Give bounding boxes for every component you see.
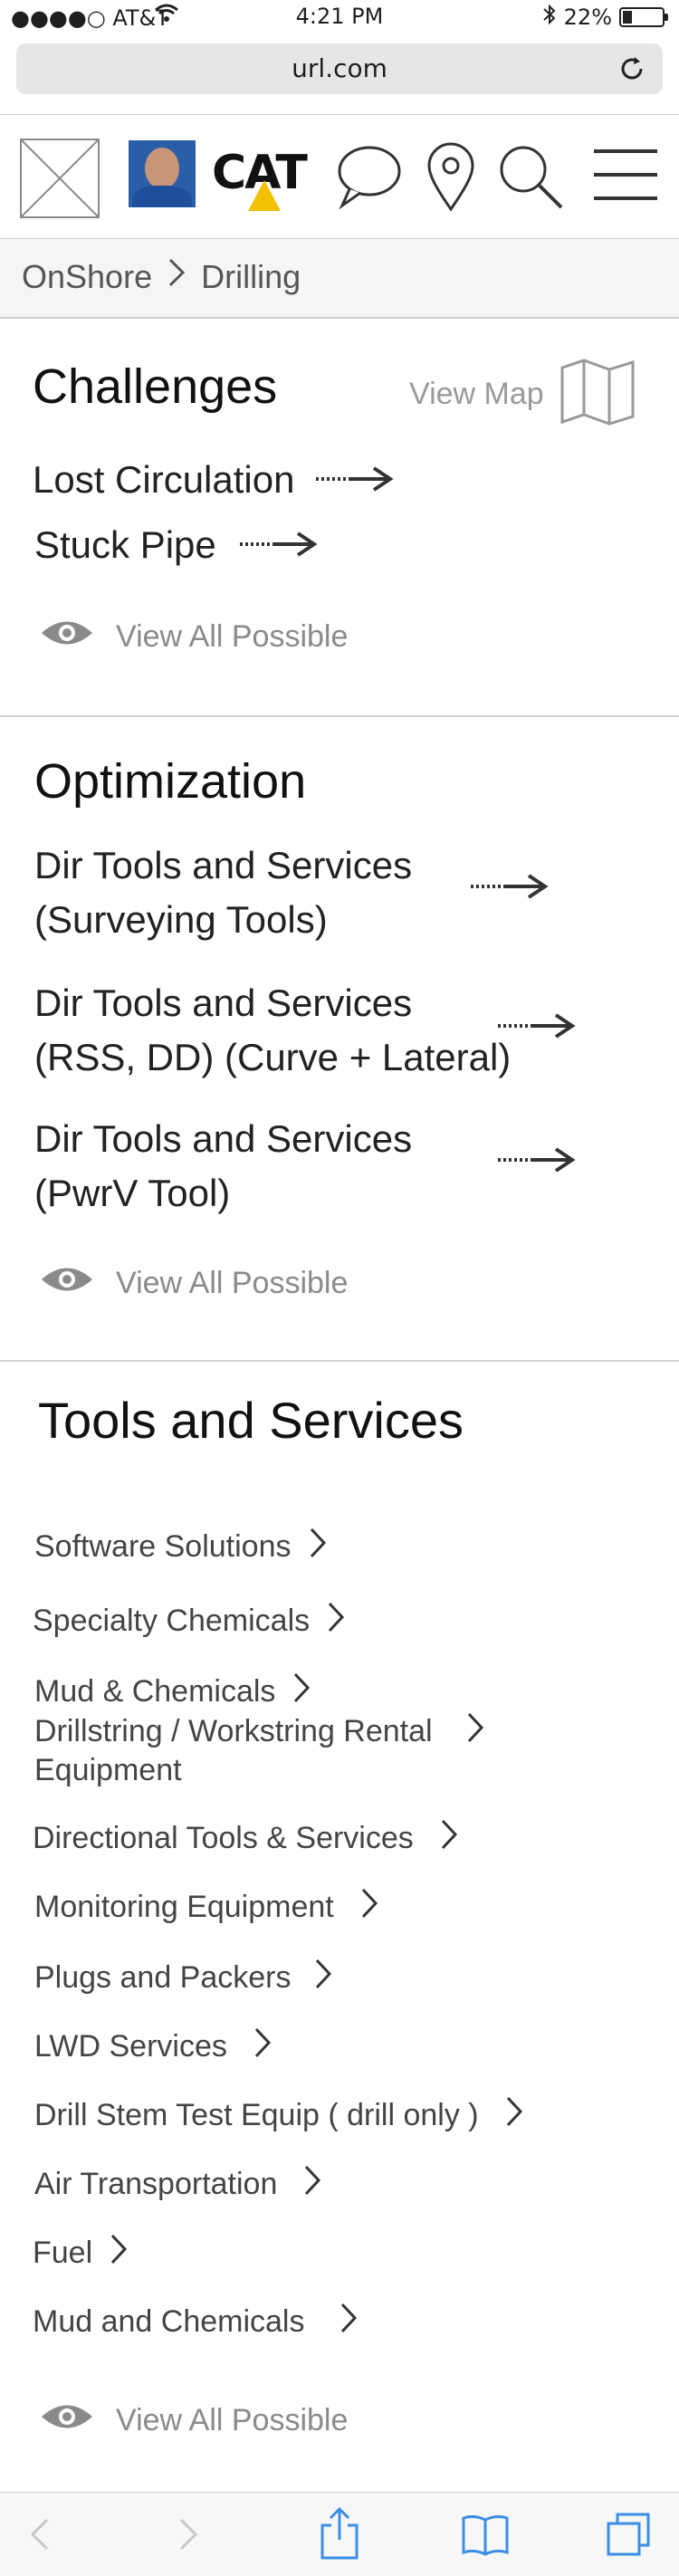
location-pin-icon[interactable]	[426, 140, 476, 216]
challenge-label: Stuck Pipe	[34, 523, 216, 566]
breadcrumb-drilling[interactable]: Drilling	[201, 258, 301, 296]
challenge-label: Lost Circulation	[33, 458, 295, 501]
tool-label: Drill Stem Test Equip ( drill only )	[34, 2098, 479, 2132]
view-all-link[interactable]: View All Possible	[40, 618, 348, 656]
address-bar[interactable]: url.com	[16, 43, 663, 94]
chevron-right-icon	[504, 2095, 524, 2136]
challenge-item[interactable]: Lost Circulation	[33, 453, 395, 507]
tool-item[interactable]: Fuel	[33, 2233, 129, 2274]
view-all-link[interactable]: View All Possible	[40, 2401, 348, 2440]
tool-label: Drillstring / Workstring Rental	[34, 1714, 433, 1748]
view-map-label: View Map	[409, 376, 544, 411]
optimization-item-line1: Dir Tools and Services	[34, 1117, 413, 1160]
eye-icon	[40, 2401, 94, 2440]
browser-toolbar	[0, 2492, 679, 2576]
view-all-label: View All Possible	[116, 619, 349, 654]
tool-label: Mud & Chemicals	[34, 1674, 276, 1709]
tool-item[interactable]: Mud & Chemicals	[34, 1671, 311, 1712]
challenges-title: Challenges	[33, 359, 278, 414]
section-divider	[0, 715, 679, 717]
chat-icon[interactable]	[335, 142, 402, 215]
chevron-right-icon	[313, 1958, 333, 1998]
breadcrumb-onshore[interactable]: OnShore	[22, 258, 152, 296]
dotted-arrow-right-icon[interactable]	[498, 1012, 576, 1043]
tabs-icon[interactable]	[605, 2511, 652, 2562]
chevron-right-icon	[465, 1711, 485, 1752]
status-bar: ●●●●○ AT&T 4:21 PM 22%	[0, 0, 679, 36]
chevron-right-icon	[253, 2026, 273, 2067]
chevron-right-icon	[109, 2233, 129, 2274]
reload-icon[interactable]	[619, 43, 646, 111]
challenge-item[interactable]: Stuck Pipe	[34, 518, 318, 572]
tool-item-continued[interactable]: Equipment	[34, 1753, 182, 1788]
tool-item[interactable]: Specialty Chemicals	[33, 1601, 346, 1642]
chevron-right-icon	[439, 1818, 459, 1859]
dotted-arrow-right-icon	[239, 518, 318, 572]
battery-icon	[619, 7, 668, 27]
optimization-item-line1: Dir Tools and Services	[34, 982, 413, 1024]
tool-label: Directional Tools & Services	[33, 1821, 414, 1855]
bookmarks-icon[interactable]	[460, 2513, 511, 2560]
search-icon[interactable]	[496, 142, 565, 215]
bluetooth-icon	[542, 4, 557, 31]
tool-label: Monitoring Equipment	[34, 1890, 334, 1924]
optimization-item-line2: (PwrV Tool)	[34, 1172, 231, 1214]
eye-icon	[40, 618, 94, 656]
tool-label: Equipment	[34, 1753, 182, 1787]
optimization-item-line2: (RSS, DD) (Curve + Lateral)	[34, 1036, 512, 1078]
avatar[interactable]	[129, 140, 196, 207]
optimization-item[interactable]: Dir Tools and Services (PwrV Tool)	[34, 1112, 412, 1221]
optimization-item-line1: Dir Tools and Services	[34, 844, 413, 886]
optimization-item[interactable]: Dir Tools and Services (RSS, DD) (Curve …	[34, 976, 511, 1085]
tool-item[interactable]: Mud and Chemicals	[33, 2302, 359, 2342]
view-all-label: View All Possible	[116, 1266, 349, 1300]
share-icon[interactable]	[319, 2505, 360, 2565]
tool-item[interactable]: Plugs and Packers	[34, 1958, 333, 1998]
optimization-title: Optimization	[34, 754, 307, 809]
tool-item[interactable]: Air Transportation	[34, 2164, 322, 2205]
tool-item[interactable]: Software Solutions	[34, 1527, 328, 1567]
tool-label: Plugs and Packers	[34, 1960, 292, 1995]
forward-icon[interactable]	[177, 2516, 199, 2556]
url-text: url.com	[292, 53, 387, 83]
optimization-item[interactable]: Dir Tools and Services (Surveying Tools)	[34, 838, 412, 947]
chevron-right-icon	[302, 2164, 322, 2205]
back-icon[interactable]	[29, 2516, 51, 2556]
tool-item[interactable]: Directional Tools & Services	[33, 1818, 459, 1859]
tool-item[interactable]: Monitoring Equipment	[34, 1887, 379, 1928]
menu-icon[interactable]	[592, 144, 659, 211]
chevron-right-icon	[167, 257, 186, 296]
chevron-right-icon	[326, 1601, 346, 1642]
tool-label: Software Solutions	[34, 1529, 292, 1564]
breadcrumb: OnShore Drilling	[0, 239, 679, 319]
chevron-right-icon	[308, 1527, 328, 1567]
chevron-right-icon	[292, 1671, 311, 1712]
tool-label: Fuel	[33, 2236, 93, 2270]
dotted-arrow-right-icon[interactable]	[471, 873, 549, 904]
map-icon	[560, 359, 635, 429]
tools-services-title: Tools and Services	[38, 1392, 464, 1449]
tool-label: Specialty Chemicals	[33, 1604, 311, 1638]
section-divider	[0, 1360, 679, 1362]
logo-placeholder-icon[interactable]	[20, 139, 100, 218]
cat-logo[interactable]: CAT	[206, 140, 308, 220]
tool-item[interactable]: LWD Services	[34, 2026, 273, 2067]
site-header: CAT	[0, 114, 679, 240]
battery-percent: 22%	[563, 5, 612, 30]
optimization-item-line2: (Surveying Tools)	[34, 898, 328, 941]
battery-group: 22%	[542, 4, 668, 31]
tool-item[interactable]: Drillstring / Workstring Rental	[34, 1711, 485, 1752]
chevron-right-icon	[339, 2302, 359, 2342]
dotted-arrow-right-icon[interactable]	[498, 1146, 576, 1177]
view-map-link[interactable]: View Map	[409, 359, 635, 429]
view-all-link[interactable]: View All Possible	[40, 1264, 348, 1303]
tool-label: LWD Services	[34, 2029, 227, 2064]
tool-label: Mud and Chemicals	[33, 2304, 305, 2339]
view-all-label: View All Possible	[116, 2403, 349, 2437]
tool-item[interactable]: Drill Stem Test Equip ( drill only )	[34, 2095, 524, 2136]
chevron-right-icon	[359, 1887, 379, 1928]
eye-icon	[40, 1264, 94, 1303]
tool-label: Air Transportation	[34, 2167, 278, 2201]
dotted-arrow-right-icon	[316, 453, 395, 507]
